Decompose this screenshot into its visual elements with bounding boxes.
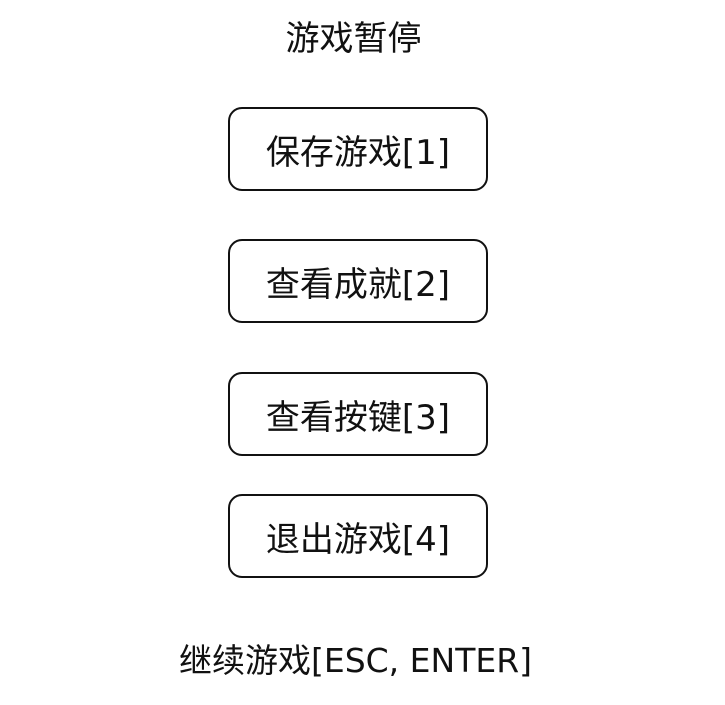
pause-title: 游戏暂停 [285, 19, 422, 59]
view-achievements-button[interactable]: 查看成就[2] [228, 239, 488, 323]
quit-game-label: 退出游戏[4] [265, 519, 451, 560]
view-keybindings-label: 查看按键[3] [265, 397, 451, 438]
view-keybindings-button[interactable]: 查看按键[3] [228, 372, 488, 456]
view-achievements-label: 查看成就[2] [265, 264, 451, 305]
quit-game-button[interactable]: 退出游戏[4] [228, 494, 488, 578]
save-game-label: 保存游戏[1] [265, 132, 451, 173]
continue-game-prompt[interactable]: 继续游戏[ESC, ENTER] [0, 636, 711, 686]
save-game-button[interactable]: 保存游戏[1] [228, 107, 488, 191]
